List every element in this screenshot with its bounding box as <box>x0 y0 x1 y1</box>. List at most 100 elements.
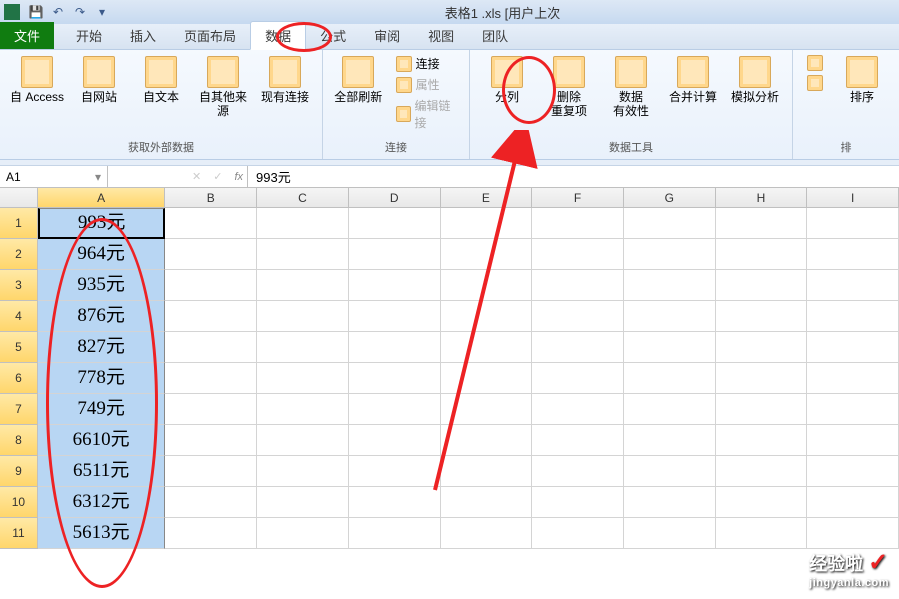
undo-icon[interactable]: ↶ <box>50 4 66 20</box>
tab-review[interactable]: 审阅 <box>360 22 414 49</box>
row-header[interactable]: 8 <box>0 425 38 456</box>
row-header[interactable]: 6 <box>0 363 38 394</box>
cell[interactable] <box>349 301 441 332</box>
cell[interactable] <box>624 425 716 456</box>
cell[interactable] <box>349 363 441 394</box>
cell[interactable]: 827元 <box>38 332 166 363</box>
refresh-all-button[interactable]: 全部刷新 <box>331 54 386 106</box>
col-header-A[interactable]: A <box>38 188 166 207</box>
cell[interactable] <box>807 270 899 301</box>
cell[interactable] <box>441 363 533 394</box>
connections-button[interactable]: 连接 <box>394 54 461 73</box>
row-header[interactable]: 9 <box>0 456 38 487</box>
cell[interactable]: 876元 <box>38 301 166 332</box>
from-other-button[interactable]: 自其他来源 <box>194 54 252 120</box>
col-header-D[interactable]: D <box>349 188 441 207</box>
cell[interactable] <box>624 208 716 239</box>
cell[interactable] <box>441 456 533 487</box>
cell[interactable] <box>165 270 257 301</box>
cell[interactable] <box>624 456 716 487</box>
cell[interactable] <box>807 394 899 425</box>
cell[interactable] <box>165 208 257 239</box>
cell[interactable]: 5613元 <box>38 518 166 549</box>
cell[interactable] <box>624 518 716 549</box>
name-box[interactable]: A1 ▾ <box>0 166 108 187</box>
cell[interactable]: 935元 <box>38 270 166 301</box>
cell[interactable] <box>716 208 808 239</box>
cell[interactable] <box>716 487 808 518</box>
cell[interactable] <box>624 394 716 425</box>
cell[interactable] <box>257 363 349 394</box>
row-header[interactable]: 3 <box>0 270 38 301</box>
cell[interactable] <box>349 208 441 239</box>
cell[interactable] <box>624 301 716 332</box>
row-header[interactable]: 10 <box>0 487 38 518</box>
cell[interactable] <box>532 208 624 239</box>
consolidate-button[interactable]: 合并计算 <box>664 54 722 106</box>
cell[interactable] <box>165 456 257 487</box>
cell[interactable] <box>532 456 624 487</box>
cell[interactable] <box>441 208 533 239</box>
cell[interactable] <box>165 425 257 456</box>
cell[interactable] <box>532 363 624 394</box>
cell[interactable] <box>257 208 349 239</box>
cell[interactable]: 6511元 <box>38 456 166 487</box>
cell[interactable] <box>349 394 441 425</box>
cell[interactable] <box>807 487 899 518</box>
data-validation-button[interactable]: 数据 有效性 <box>602 54 660 120</box>
cell[interactable] <box>349 270 441 301</box>
qat-more-icon[interactable]: ▾ <box>94 4 110 20</box>
cell[interactable] <box>349 239 441 270</box>
cell[interactable] <box>165 394 257 425</box>
row-header[interactable]: 5 <box>0 332 38 363</box>
tab-home[interactable]: 开始 <box>62 22 116 49</box>
cell[interactable] <box>441 301 533 332</box>
cell[interactable] <box>624 270 716 301</box>
cell[interactable] <box>532 394 624 425</box>
cell[interactable] <box>716 239 808 270</box>
col-header-B[interactable]: B <box>165 188 257 207</box>
text-to-columns-button[interactable]: 分列 <box>478 54 536 106</box>
cell[interactable] <box>716 270 808 301</box>
cell[interactable] <box>441 518 533 549</box>
cell[interactable] <box>532 487 624 518</box>
row-header[interactable]: 1 <box>0 208 38 239</box>
select-all-corner[interactable] <box>0 188 38 207</box>
cell[interactable] <box>349 332 441 363</box>
cell[interactable] <box>807 456 899 487</box>
cell[interactable] <box>257 270 349 301</box>
cell[interactable] <box>716 456 808 487</box>
cell[interactable] <box>165 301 257 332</box>
fx-icon[interactable]: fx <box>234 171 243 183</box>
cell[interactable]: 993元 <box>38 208 166 239</box>
row-header[interactable]: 7 <box>0 394 38 425</box>
cell[interactable]: 6610元 <box>38 425 166 456</box>
cell[interactable] <box>165 518 257 549</box>
cell[interactable] <box>532 301 624 332</box>
from-web-button[interactable]: 自网站 <box>70 54 128 106</box>
cell[interactable] <box>624 239 716 270</box>
cell[interactable] <box>441 425 533 456</box>
cell[interactable] <box>807 425 899 456</box>
sort-desc-button[interactable] <box>805 74 825 92</box>
col-header-E[interactable]: E <box>441 188 533 207</box>
cell[interactable]: 6312元 <box>38 487 166 518</box>
tab-data[interactable]: 数据 <box>250 21 306 50</box>
cell[interactable] <box>257 425 349 456</box>
cell[interactable]: 964元 <box>38 239 166 270</box>
cell[interactable] <box>257 487 349 518</box>
from-text-button[interactable]: 自文本 <box>132 54 190 106</box>
cell[interactable] <box>165 239 257 270</box>
cell[interactable]: 749元 <box>38 394 166 425</box>
cell[interactable] <box>532 239 624 270</box>
col-header-C[interactable]: C <box>257 188 349 207</box>
cell[interactable] <box>349 518 441 549</box>
cell[interactable] <box>716 363 808 394</box>
cell[interactable] <box>716 518 808 549</box>
cell[interactable] <box>532 425 624 456</box>
tab-page-layout[interactable]: 页面布局 <box>170 22 250 49</box>
remove-duplicates-button[interactable]: 删除 重复项 <box>540 54 598 120</box>
cell[interactable] <box>165 363 257 394</box>
cell[interactable] <box>532 270 624 301</box>
existing-connections-button[interactable]: 现有连接 <box>256 54 314 106</box>
